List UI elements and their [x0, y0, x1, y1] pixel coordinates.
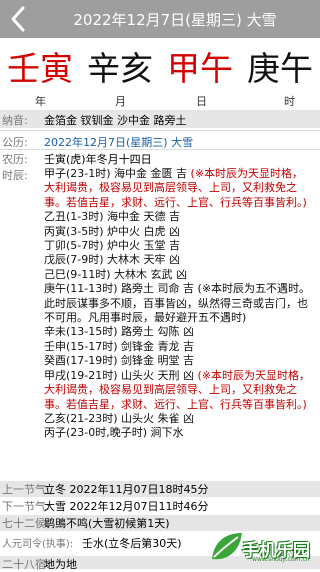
- nongli-label: 农历:: [2, 153, 28, 166]
- chevron-left-icon: [11, 6, 25, 32]
- top-bar: 2022年12月7日(星期三) 大雪: [0, 0, 320, 38]
- label-hour: 时: [284, 95, 295, 108]
- list-item: 癸酉(17-19时) 剑锋金 明堂 吉: [44, 354, 195, 368]
- list-item: 丙子(23-0时,晚子时) 涧下水: [44, 426, 184, 440]
- siling-label: 人元司令(执事):: [2, 539, 74, 550]
- next-jieqi-label: 下一节气:: [2, 500, 50, 513]
- nayin-value: 金箔金 钗钏金 沙中金 路旁土: [44, 114, 187, 127]
- hou-label: 七十二侯:: [2, 517, 50, 530]
- list-item: 辛未(13-15时) 路旁土 勾陈 凶: [44, 325, 195, 339]
- pillar-hour: 庚午: [247, 49, 313, 88]
- hou-value: 鹖鴠不鸣(大雪初候第1天): [44, 517, 170, 530]
- bottom-value: 地为地: [44, 558, 77, 571]
- nongli-value: 壬寅(虎)年冬月十四日: [44, 153, 152, 166]
- prev-jieqi-value: 立冬 2022年11月07日18时45分: [44, 483, 209, 496]
- pillar-labels: 年 月 日 时: [0, 93, 320, 109]
- back-button[interactable]: [6, 4, 32, 34]
- prev-jieqi-row: 上一节气: 立冬 2022年11月07日18时45分: [0, 481, 320, 497]
- list-item: 乙亥(21-23时) 山头火 朱雀 凶: [44, 411, 195, 425]
- siling-value: 壬水(立冬后第30天): [82, 537, 182, 550]
- watermark-sub: www.shouji.com.cn: [252, 556, 310, 563]
- label-day: 日: [196, 95, 207, 108]
- pillar-day: 甲午: [167, 49, 233, 88]
- label-year: 年: [35, 95, 46, 108]
- list-item: 庚午(11-13时) 路旁土 司命 吉 (※本时辰为五不遇时。此时辰谋事多不顺，…: [44, 282, 311, 325]
- prev-jieqi-label: 上一节气:: [2, 483, 50, 496]
- gongli-value: 2022年12月7日(星期三) 大雪: [44, 136, 194, 149]
- list-item: 壬申(15-17时) 剑锋金 青龙 吉: [44, 339, 195, 353]
- list-item: 甲戌(19-21时) 山头火 天刑 凶 (※本时辰为天显时格，大利谒贵，极容易见…: [44, 368, 311, 411]
- watermark-logo: 手机乐园 www.shouji.com.cn: [206, 527, 318, 567]
- list-item: 丁卯(5-7时) 炉中火 玉堂 吉: [44, 239, 181, 253]
- page-title: 2022年12月7日(星期三) 大雪: [73, 11, 277, 29]
- list-item: 乙丑(1-3时) 海中金 天德 吉: [44, 210, 181, 224]
- list-item: 甲子(23-1时) 海中金 金匮 吉 (※本时辰为天显时格，大利谒贵，极容易见到…: [44, 167, 307, 209]
- shichen-list: 甲子(23-1时) 海中金 金匮 吉 (※本时辰为天显时格，大利谒贵，极容易见到…: [44, 167, 314, 441]
- next-jieqi-value: 大雪 2022年12月07日11时46分: [44, 500, 209, 513]
- leaf-logo-icon: [212, 533, 242, 560]
- list-item: 己巳(9-11时) 大林木 玄武 凶: [44, 267, 188, 281]
- shichen-label: 时辰:: [2, 169, 28, 182]
- nayin-row: 纳音: 金箔金 钗钏金 沙中金 路旁土: [0, 110, 320, 128]
- list-item: 丙寅(3-5时) 炉中火 白虎 凶: [44, 224, 181, 238]
- list-item: 戊辰(7-9时) 大林木 天牢 凶: [44, 253, 181, 267]
- label-month: 月: [115, 95, 126, 108]
- next-jieqi-row: 下一节气: 大雪 2022年12月07日11时46分: [0, 498, 320, 514]
- bottom-label: 二十八宿:: [2, 558, 50, 571]
- gongli-row: 公历: 2022年12月7日(星期三) 大雪: [0, 134, 320, 150]
- gongli-label: 公历:: [2, 136, 28, 149]
- nayin-label: 纳音:: [2, 114, 28, 127]
- four-pillars: 壬寅 辛亥 甲午 庚午: [0, 44, 320, 94]
- nongli-row: 农历: 壬寅(虎)年冬月十四日: [0, 151, 320, 167]
- pillar-month: 辛亥: [87, 49, 153, 88]
- pillar-year: 壬寅: [7, 49, 73, 88]
